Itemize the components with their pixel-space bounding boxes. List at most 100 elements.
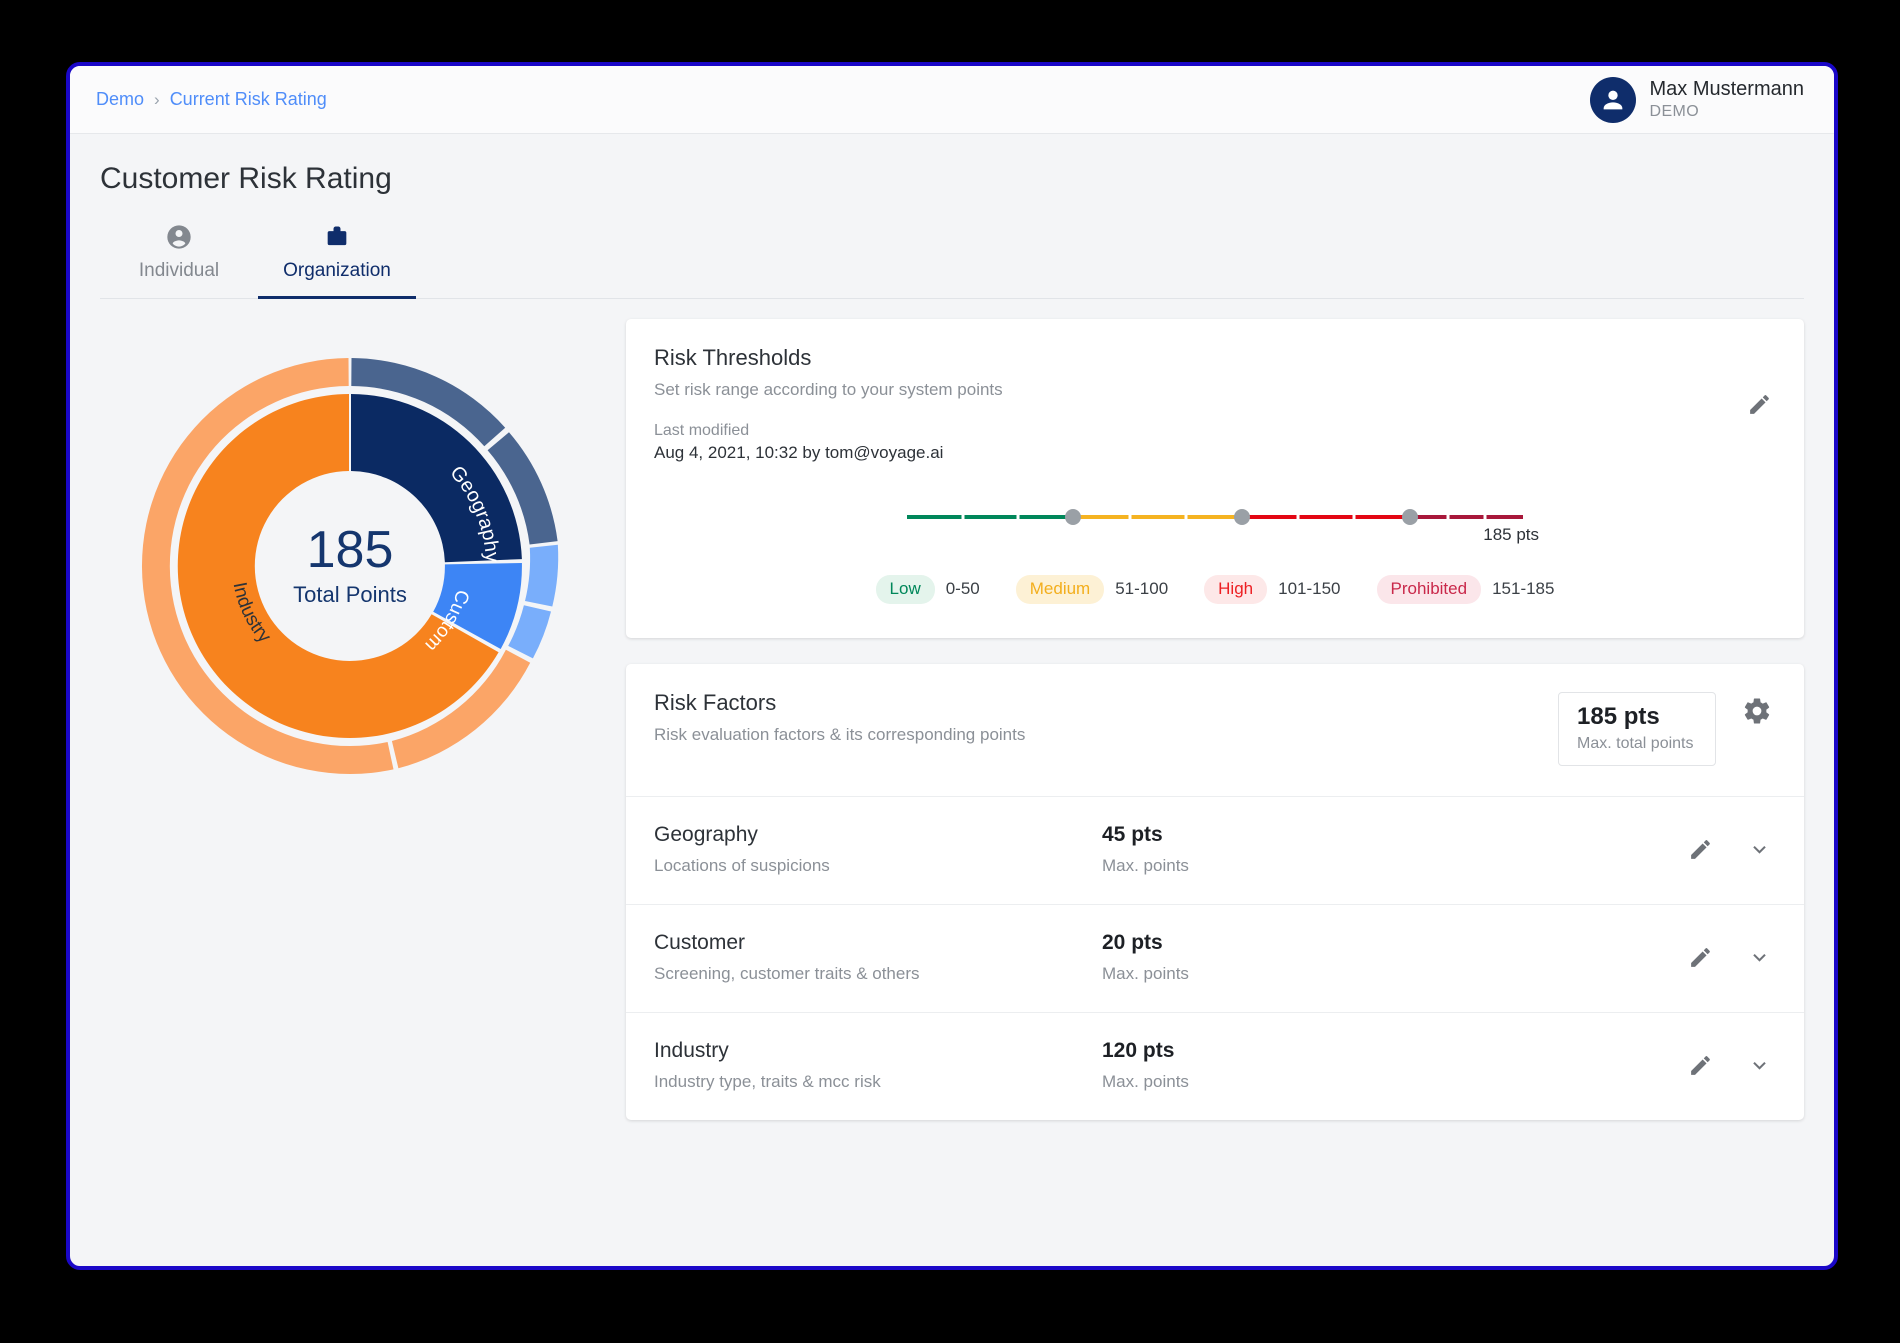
risk-factors-header-text: Risk Factors Risk evaluation factors & i… [654, 690, 1025, 745]
cards-column: Risk Thresholds Set risk range according… [600, 319, 1804, 1120]
page-header: Customer Risk Rating Individual Organiza… [70, 134, 1834, 299]
risk-factors-card: Risk Factors Risk evaluation factors & i… [626, 664, 1804, 1120]
threshold-legend: Low 0-50 Medium 51-100 High 101-150 Pr [654, 575, 1776, 604]
risk-factor-description: Screening, customer traits & others [654, 964, 1102, 984]
breadcrumb-link-current[interactable]: Current Risk Rating [170, 89, 327, 110]
risk-factor-name: Geography [654, 823, 1102, 847]
legend-range-prohibited: 151-185 [1492, 579, 1554, 599]
risk-factor-points-caption: Max. points [1102, 856, 1684, 876]
page-title: Customer Risk Rating [100, 162, 1804, 196]
risk-factor-actions [1684, 833, 1776, 866]
expand-risk-factor-button[interactable] [1743, 1049, 1776, 1082]
risk-factor-actions [1684, 941, 1776, 974]
max-total-points-value: 185 pts [1577, 703, 1695, 731]
user-name: Max Mustermann [1650, 77, 1805, 102]
risk-thresholds-header-text: Risk Thresholds Set risk range according… [654, 345, 1003, 463]
tab-organization[interactable]: Organization [258, 214, 416, 299]
donut-svg: Geography Customer Industry [115, 331, 585, 801]
briefcase-icon [323, 222, 351, 252]
expand-risk-factor-button[interactable] [1743, 941, 1776, 974]
legend-item-medium: Medium 51-100 [1016, 575, 1168, 604]
avatar [1590, 77, 1636, 123]
legend-pill-prohibited: Prohibited [1377, 575, 1482, 604]
max-total-points-caption: Max. total points [1577, 735, 1695, 753]
table-row[interactable]: Industry Industry type, traits & mcc ris… [626, 1013, 1804, 1120]
risk-thresholds-title: Risk Thresholds [654, 345, 1003, 371]
application-window: Demo › Current Risk Rating Max Musterman… [66, 62, 1838, 1270]
legend-item-high: High 101-150 [1204, 575, 1340, 604]
risk-factor-name-cell: Industry Industry type, traits & mcc ris… [654, 1039, 1102, 1092]
risk-factor-name-cell: Customer Screening, customer traits & ot… [654, 931, 1102, 984]
breadcrumb-link-demo[interactable]: Demo [96, 89, 144, 110]
slider-track [905, 509, 1525, 525]
tab-organization-label: Organization [283, 260, 391, 282]
chevron-down-icon [1747, 1053, 1772, 1078]
risk-thresholds-card: Risk Thresholds Set risk range according… [626, 319, 1804, 638]
tab-bar: Individual Organization [100, 214, 1804, 299]
last-modified-label: Last modified [654, 422, 1003, 440]
table-row[interactable]: Geography Locations of suspicions 45 pts… [626, 797, 1804, 905]
risk-factor-description: Locations of suspicions [654, 856, 1102, 876]
risk-factor-points-caption: Max. points [1102, 964, 1684, 984]
edit-thresholds-button[interactable] [1743, 345, 1776, 463]
risk-factor-description: Industry type, traits & mcc risk [654, 1072, 1102, 1092]
risk-factor-name: Industry [654, 1039, 1102, 1063]
last-modified-value: Aug 4, 2021, 10:32 by tom@voyage.ai [654, 443, 1003, 463]
pencil-icon [1688, 945, 1713, 970]
pencil-icon [1688, 837, 1713, 862]
gear-icon [1742, 696, 1772, 726]
user-org: DEMO [1650, 102, 1805, 122]
risk-factor-points-caption: Max. points [1102, 1072, 1684, 1092]
slider-handle-low [1065, 509, 1081, 525]
risk-factors-title: Risk Factors [654, 690, 1025, 716]
risk-threshold-slider[interactable]: 185 pts [905, 503, 1525, 529]
risk-donut-chart[interactable]: Geography Customer Industry 185 Total Po… [115, 331, 585, 801]
legend-pill-medium: Medium [1016, 575, 1104, 604]
thresholds-slider-area: 185 pts Low 0-50 Medium 51-100 [626, 463, 1804, 638]
edit-risk-factor-button[interactable] [1684, 1049, 1717, 1082]
person-icon [165, 222, 193, 252]
slider-row: 185 pts [654, 503, 1776, 529]
tab-individual[interactable]: Individual [100, 214, 258, 298]
risk-thresholds-subtitle: Set risk range according to your system … [654, 380, 1003, 400]
table-row[interactable]: Customer Screening, customer traits & ot… [626, 905, 1804, 1013]
person-icon [1599, 86, 1627, 114]
risk-factor-points-cell: 45 pts Max. points [1102, 823, 1684, 876]
slider-handle-high [1402, 509, 1418, 525]
chevron-down-icon [1747, 945, 1772, 970]
risk-factors-header: Risk Factors Risk evaluation factors & i… [626, 664, 1804, 797]
risk-factor-points: 45 pts [1102, 823, 1684, 847]
slider-max-label: 185 pts [1483, 525, 1539, 545]
outer-seg-customer-a [525, 545, 558, 607]
breadcrumb-separator-icon: › [154, 90, 160, 110]
max-total-points-box: 185 pts Max. total points [1558, 692, 1716, 766]
tab-individual-label: Individual [139, 260, 219, 282]
expand-risk-factor-button[interactable] [1743, 833, 1776, 866]
edit-risk-factor-button[interactable] [1684, 833, 1717, 866]
legend-pill-high: High [1204, 575, 1267, 604]
legend-pill-low: Low [876, 575, 935, 604]
pencil-icon [1688, 1053, 1713, 1078]
top-bar: Demo › Current Risk Rating Max Musterman… [70, 66, 1834, 134]
risk-factor-name-cell: Geography Locations of suspicions [654, 823, 1102, 876]
user-text: Max Mustermann DEMO [1650, 77, 1805, 122]
risk-factors-settings-button[interactable] [1738, 692, 1776, 730]
risk-factor-points: 20 pts [1102, 931, 1684, 955]
breadcrumb: Demo › Current Risk Rating [96, 89, 327, 110]
risk-factors-subtitle: Risk evaluation factors & its correspond… [654, 725, 1025, 745]
chevron-down-icon [1747, 837, 1772, 862]
user-menu[interactable]: Max Mustermann DEMO [1590, 77, 1805, 123]
risk-factor-actions [1684, 1049, 1776, 1082]
legend-range-low: 0-50 [946, 579, 980, 599]
legend-range-medium: 51-100 [1115, 579, 1168, 599]
risk-factor-points: 120 pts [1102, 1039, 1684, 1063]
chart-column: Geography Customer Industry 185 Total Po… [100, 319, 600, 1120]
legend-range-high: 101-150 [1278, 579, 1340, 599]
risk-factor-points-cell: 120 pts Max. points [1102, 1039, 1684, 1092]
edit-risk-factor-button[interactable] [1684, 941, 1717, 974]
legend-item-low: Low 0-50 [876, 575, 980, 604]
slider-handle-medium [1234, 509, 1250, 525]
risk-factors-header-actions: 185 pts Max. total points [1558, 690, 1776, 766]
legend-item-prohibited: Prohibited 151-185 [1377, 575, 1555, 604]
content-area: Geography Customer Industry 185 Total Po… [70, 299, 1834, 1120]
